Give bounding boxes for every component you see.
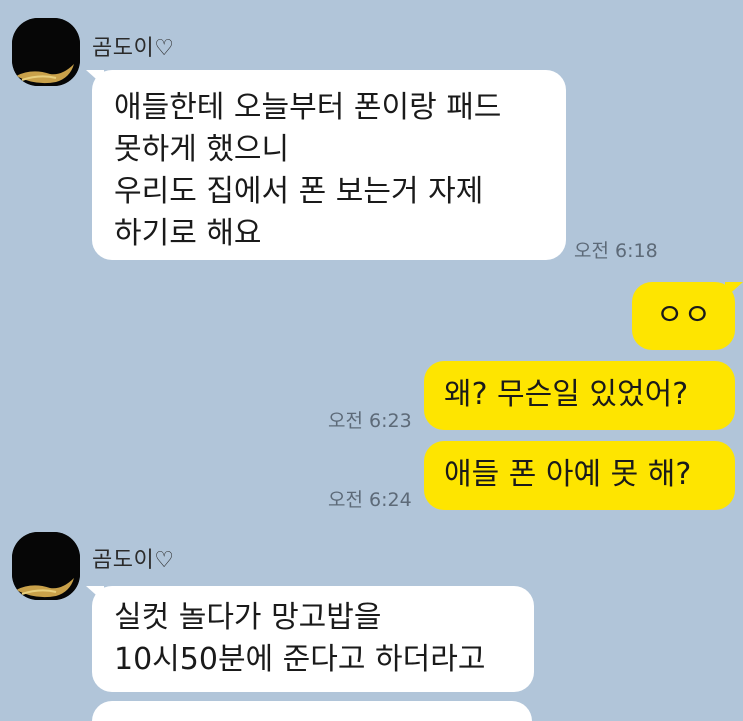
avatar[interactable]: [12, 18, 80, 86]
message-bubble[interactable]: 애들한테 오늘부터 폰이랑 패드 못하게 했으니 우리도 집에서 폰 보는거 자…: [92, 70, 566, 260]
message-text: 애들한테 오늘부터 폰이랑 패드: [114, 90, 502, 125]
message-text: 하기로 해요: [114, 216, 262, 251]
profile-photo-icon: [12, 18, 80, 86]
message-text: ㅇㅇ: [655, 298, 712, 333]
message-bubble[interactable]: 애들 폰 아예 못 해?: [424, 441, 735, 510]
sender-name: 곰도이♡: [92, 548, 175, 573]
message-bubble[interactable]: 왜? 무슨일 있었어?: [424, 361, 735, 430]
sender-name: 곰도이♡: [92, 36, 175, 61]
message-text: 10시50분에 준다고 하더라고: [114, 642, 486, 677]
message-bubble[interactable]: 실컷 놀다가 망고밥을 10시50분에 준다고 하더라고: [92, 586, 534, 692]
message-text: 실컷 놀다가 망고밥을: [114, 600, 382, 635]
message-text: 우리도 집에서 폰 보는거 자제: [114, 174, 484, 209]
bubble-tail: [725, 282, 743, 298]
message-text: 못하게 했으니: [114, 132, 290, 167]
message-timestamp: 오전 6:23: [328, 410, 412, 432]
profile-photo-icon: [12, 532, 80, 600]
message-timestamp: 오전 6:18: [574, 240, 658, 262]
message-bubble[interactable]: ㅇㅇ: [632, 282, 735, 350]
message-timestamp: 오전 6:24: [328, 489, 412, 511]
message-text: 애들 폰 아예 못 해?: [444, 457, 692, 492]
message-bubble[interactable]: [92, 701, 532, 721]
message-text: 왜? 무슨일 있었어?: [444, 377, 689, 412]
avatar[interactable]: [12, 532, 80, 600]
